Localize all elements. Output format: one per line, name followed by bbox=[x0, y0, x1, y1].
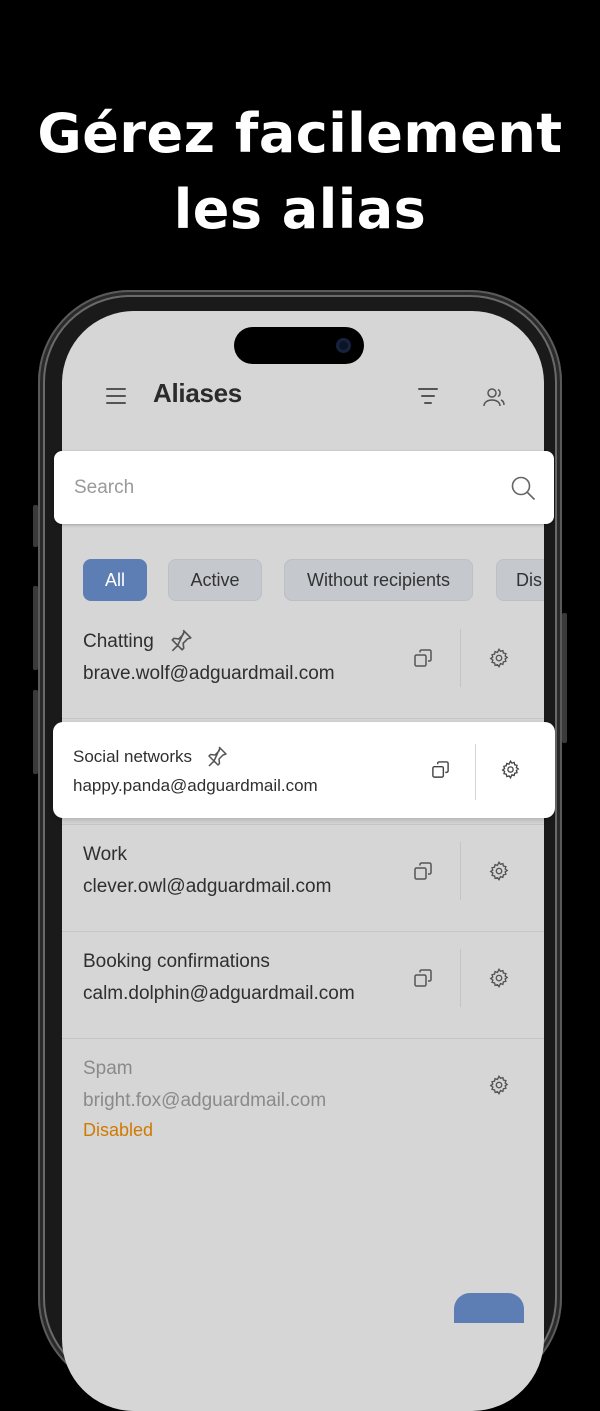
phone-side-button bbox=[33, 505, 38, 547]
filter-chip-disabled[interactable]: Dis bbox=[496, 559, 544, 601]
search-input[interactable] bbox=[72, 469, 496, 507]
filter-chip-active[interactable]: Active bbox=[168, 559, 262, 601]
page-title: Aliases bbox=[153, 378, 242, 408]
pin-icon[interactable] bbox=[205, 744, 229, 768]
gear-icon[interactable] bbox=[488, 1074, 510, 1096]
search-bar bbox=[54, 451, 554, 524]
alias-row[interactable]: Work clever.owl@adguardmail.com bbox=[62, 826, 544, 932]
camera-icon bbox=[336, 338, 351, 353]
alias-email: clever.owl@adguardmail.com bbox=[83, 876, 332, 897]
filter-chip-without-recipients[interactable]: Without recipients bbox=[284, 559, 473, 601]
gear-icon[interactable] bbox=[488, 647, 510, 669]
user-settings-icon[interactable] bbox=[482, 385, 506, 409]
divider bbox=[460, 842, 461, 900]
phone-side-button bbox=[33, 586, 38, 670]
filter-chip-all[interactable]: All bbox=[83, 559, 147, 601]
row-divider bbox=[62, 1038, 544, 1039]
copy-icon[interactable] bbox=[413, 861, 433, 881]
divider bbox=[475, 744, 476, 800]
row-divider bbox=[62, 931, 544, 932]
menu-icon[interactable] bbox=[106, 388, 126, 404]
alias-name: Booking confirmations bbox=[83, 951, 270, 972]
copy-icon[interactable] bbox=[431, 760, 450, 779]
divider bbox=[460, 629, 461, 687]
alias-name: Spam bbox=[83, 1058, 133, 1079]
alias-row[interactable]: Spam bright.fox@adguardmail.com Disabled bbox=[62, 1040, 544, 1160]
phone-side-button bbox=[562, 613, 567, 743]
alias-row[interactable]: Chatting brave.wolf@adguardmail.com bbox=[62, 613, 544, 719]
row-divider bbox=[62, 824, 544, 825]
alias-email: calm.dolphin@adguardmail.com bbox=[83, 983, 355, 1004]
status-badge: Disabled bbox=[83, 1120, 154, 1140]
gear-icon[interactable] bbox=[488, 967, 510, 989]
gear-icon[interactable] bbox=[500, 759, 521, 780]
alias-email: brave.wolf@adguardmail.com bbox=[83, 663, 335, 684]
alias-email: bright.fox@adguardmail.com bbox=[83, 1090, 327, 1111]
alias-name: Work bbox=[83, 844, 127, 865]
pin-icon[interactable] bbox=[168, 627, 194, 653]
copy-icon[interactable] bbox=[413, 968, 433, 988]
alias-email: happy.panda@adguardmail.com bbox=[73, 776, 318, 795]
headline-line-1: Gérez facilement bbox=[37, 102, 563, 165]
promo-headline: Gérez facilement les alias bbox=[0, 96, 600, 248]
headline-line-2: les alias bbox=[173, 178, 427, 241]
alias-name: Chatting bbox=[83, 631, 154, 652]
dynamic-island bbox=[234, 327, 364, 364]
filter-icon[interactable] bbox=[418, 388, 438, 404]
gear-icon[interactable] bbox=[488, 860, 510, 882]
copy-icon[interactable] bbox=[413, 648, 433, 668]
alias-row[interactable]: Booking confirmations calm.dolphin@adgua… bbox=[62, 933, 544, 1039]
search-icon[interactable] bbox=[510, 475, 536, 501]
phone-side-button bbox=[33, 690, 38, 774]
alias-name: Social networks bbox=[73, 747, 193, 766]
divider bbox=[460, 949, 461, 1007]
alias-row-highlighted[interactable]: Social networks happy.panda@adguardmail.… bbox=[53, 722, 555, 818]
